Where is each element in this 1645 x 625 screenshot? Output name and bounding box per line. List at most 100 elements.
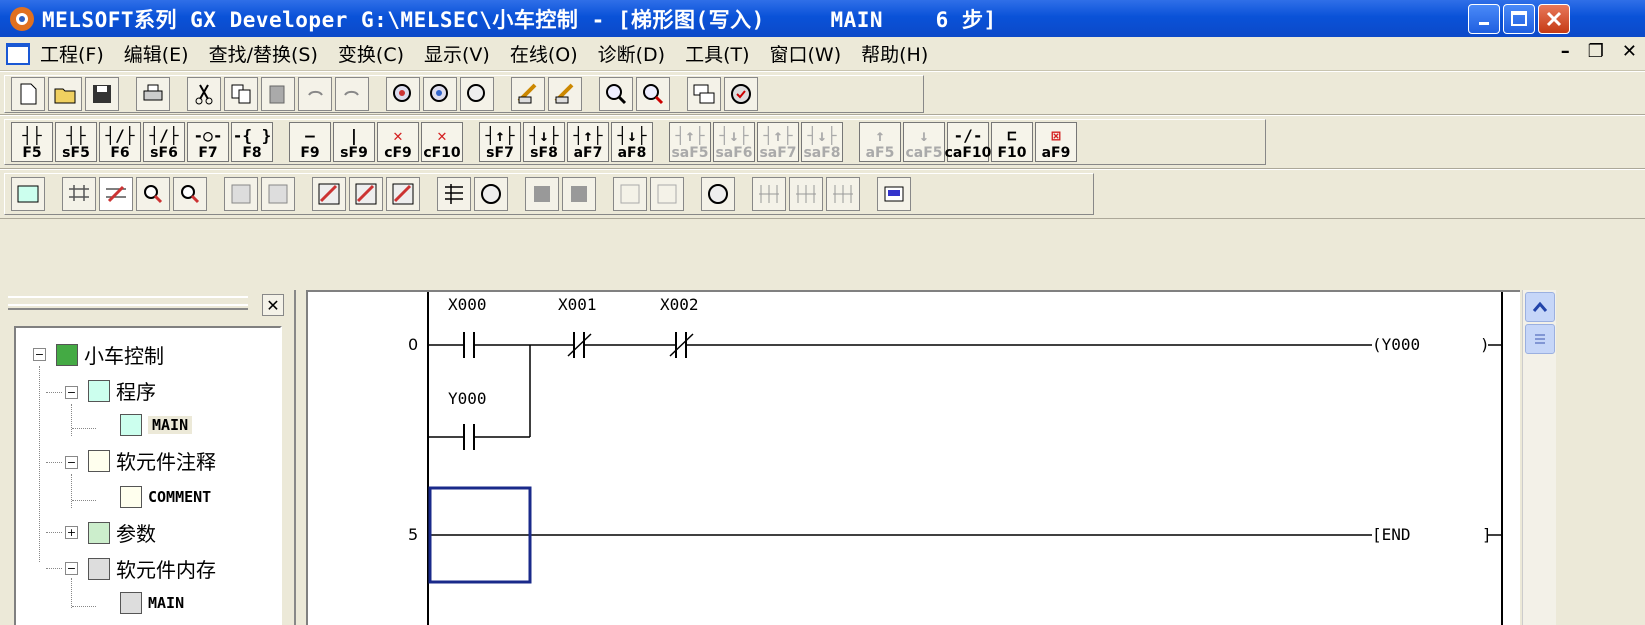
- tree-program[interactable]: 程序: [88, 376, 156, 405]
- print-button[interactable]: [136, 77, 170, 111]
- menu-find-replace[interactable]: 查找/替换(S): [209, 40, 318, 67]
- ladder-tool-saf8-button[interactable]: ┤↓├ saF8: [801, 122, 843, 162]
- ladder-tool-cf10-button[interactable]: ✕ cF10: [421, 122, 463, 162]
- tree-memory-main[interactable]: MAIN: [120, 592, 184, 614]
- new-file-button[interactable]: [11, 77, 45, 111]
- ladder-tool-saf5-button[interactable]: ┤↑├ saF5: [669, 122, 711, 162]
- panel-close-button[interactable]: ✕: [262, 294, 284, 316]
- find-string-button[interactable]: [460, 77, 494, 111]
- ladder-tool-sf6-button[interactable]: ┤/├ sF6: [143, 122, 185, 162]
- save-button[interactable]: [85, 77, 119, 111]
- tree-parameters[interactable]: 参数: [88, 518, 156, 547]
- ladder-tool-af7-button[interactable]: ┤↑├ aF7: [567, 122, 609, 162]
- monitor-mode-button[interactable]: [173, 177, 207, 211]
- sort-up-button[interactable]: [525, 177, 559, 211]
- menu-help[interactable]: 帮助(H): [861, 40, 928, 67]
- undo-button[interactable]: [298, 77, 332, 111]
- ladder-tool-af8-button[interactable]: ┤↓├ aF8: [611, 122, 653, 162]
- monitor-button[interactable]: [724, 77, 758, 111]
- transfer-button[interactable]: [687, 77, 721, 111]
- copy-button[interactable]: [224, 77, 258, 111]
- delete-row-button[interactable]: [650, 177, 684, 211]
- collapse-root-toggle[interactable]: −: [33, 348, 46, 361]
- zoom-out-button[interactable]: [636, 77, 670, 111]
- ladder-tool-saf7-button[interactable]: ┤↑├ saF7: [757, 122, 799, 162]
- tree-comment-item[interactable]: COMMENT: [120, 486, 211, 508]
- program-read-button[interactable]: [11, 177, 45, 211]
- find-instruction-button[interactable]: [423, 77, 457, 111]
- document-icon[interactable]: [6, 42, 30, 65]
- undo-icon: [308, 90, 323, 96]
- tree-device-memory[interactable]: 软元件内存: [88, 554, 216, 583]
- statement-edit-button[interactable]: [548, 77, 582, 111]
- menu-diagnostics[interactable]: 诊断(D): [598, 40, 665, 67]
- scroll-up-button[interactable]: [1525, 292, 1555, 322]
- ladder-tool-f6-button[interactable]: ┤/├ F6: [99, 122, 141, 162]
- menu-project[interactable]: 工程(F): [40, 40, 104, 67]
- menu-online[interactable]: 在线(O): [510, 40, 578, 67]
- open-file-button[interactable]: [48, 77, 82, 111]
- insert-row-button[interactable]: [613, 177, 647, 211]
- menu-edit[interactable]: 编辑(E): [124, 40, 189, 67]
- monitor-start-button[interactable]: [224, 177, 258, 211]
- convert-all-button[interactable]: [386, 177, 420, 211]
- vertical-scrollbar[interactable]: [1522, 290, 1556, 625]
- convert-online-button[interactable]: [349, 177, 383, 211]
- collapse-program-toggle[interactable]: −: [65, 386, 78, 399]
- zoom-in-button[interactable]: [599, 77, 633, 111]
- ladder-tool-f8-button[interactable]: -{ } F8: [231, 122, 273, 162]
- mdi-restore-icon[interactable]: ❐: [1588, 41, 1604, 62]
- ladder-tool-caf5-button[interactable]: ↓ caF5: [903, 122, 945, 162]
- cross-reference-button[interactable]: [474, 177, 508, 211]
- ladder-tool-af9-button[interactable]: ⊠ aF9: [1035, 122, 1077, 162]
- expand-params-toggle[interactable]: +: [65, 526, 78, 539]
- diagnostics-button[interactable]: [701, 177, 735, 211]
- menu-window[interactable]: 窗口(W): [770, 40, 842, 67]
- ladder-tool-caf10-button[interactable]: -/- caF10: [945, 122, 991, 162]
- ladder-tool-saf6-button[interactable]: ┤↓├ saF6: [713, 122, 755, 162]
- ladder-tool-sf5-button[interactable]: ┤├ sF5: [55, 122, 97, 162]
- mdi-minimize-icon[interactable]: –: [1561, 41, 1570, 62]
- ladder-tool-f9-button[interactable]: — F9: [289, 122, 331, 162]
- zoom-out-icon: [643, 84, 664, 105]
- tree-program-main[interactable]: MAIN: [120, 414, 193, 436]
- collapse-memory-toggle[interactable]: −: [65, 562, 78, 575]
- ladder-tool-sf8-button[interactable]: ┤↓├ sF8: [523, 122, 565, 162]
- ladder-tool-f10-button[interactable]: ⊏ F10: [991, 122, 1033, 162]
- read-mode-button[interactable]: [136, 177, 170, 211]
- minimize-button[interactable]: [1468, 4, 1500, 34]
- ladder-editor[interactable]: 0 5 X000 X001 X002 Y000 (Y000 ) [END ]: [306, 290, 1520, 625]
- scroll-thumb[interactable]: [1525, 324, 1555, 354]
- cut-button[interactable]: [187, 77, 221, 111]
- paste-button[interactable]: [261, 77, 295, 111]
- screen-button[interactable]: [877, 177, 911, 211]
- ladder-tool-af5-button[interactable]: ↑ aF5: [859, 122, 901, 162]
- menu-tools[interactable]: 工具(T): [685, 40, 749, 67]
- menu-convert[interactable]: 变换(C): [338, 40, 404, 67]
- tree-device-comment[interactable]: 软元件注释: [88, 446, 216, 475]
- write-mode-button[interactable]: [99, 177, 133, 211]
- ladder-tool-f5-button[interactable]: ┤├ F5: [11, 122, 53, 162]
- ladder-view-button[interactable]: [62, 177, 96, 211]
- device-list-button[interactable]: [437, 177, 471, 211]
- monitor-stop-button[interactable]: [261, 177, 295, 211]
- menu-view[interactable]: 显示(V): [424, 40, 490, 67]
- tree-root[interactable]: 小车控制: [56, 340, 164, 369]
- ladder-tool-sf7-button[interactable]: ┤↑├ sF7: [479, 122, 521, 162]
- find-device-button[interactable]: [386, 77, 420, 111]
- parameters-icon: [88, 521, 110, 544]
- timing-chart2-button[interactable]: [789, 177, 823, 211]
- comment-edit-button[interactable]: [511, 77, 545, 111]
- maximize-button[interactable]: [1503, 4, 1535, 34]
- convert-button[interactable]: [312, 177, 346, 211]
- ladder-tool-cf9-button[interactable]: ✕ cF9: [377, 122, 419, 162]
- timing-chart-button[interactable]: [752, 177, 786, 211]
- close-button[interactable]: [1538, 4, 1570, 34]
- mdi-close-icon[interactable]: ✕: [1622, 41, 1637, 62]
- timing-chart3-button[interactable]: [826, 177, 860, 211]
- redo-button[interactable]: [335, 77, 369, 111]
- sort-down-button[interactable]: [562, 177, 596, 211]
- ladder-tool-sf9-button[interactable]: | sF9: [333, 122, 375, 162]
- collapse-comment-toggle[interactable]: −: [65, 456, 78, 469]
- ladder-tool-f7-button[interactable]: -○- F7: [187, 122, 229, 162]
